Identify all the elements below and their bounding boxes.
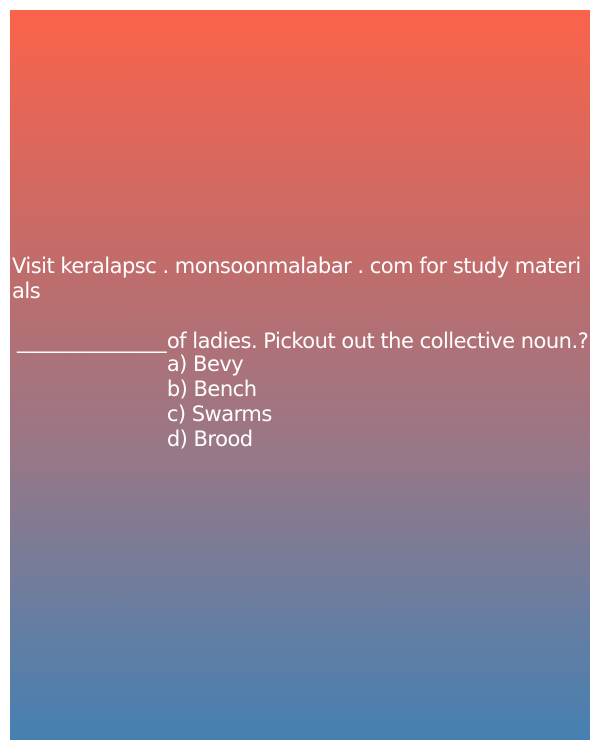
question-body: of ladies. Pickout out the collective no… (167, 329, 590, 452)
fill-in-blank: ______________ (17, 329, 167, 353)
website-notice: Visit keralapsc . monsoonmalabar . com f… (12, 254, 581, 303)
answer-options: a) Bevy b) Bench c) Swarms d) Brood (167, 352, 590, 452)
option-c: c) Swarms (166, 402, 272, 426)
option-a: a) Bevy (166, 352, 244, 376)
question-card: Visit keralapsc . monsoonmalabar . com f… (10, 10, 590, 740)
option-d: d) Brood (166, 427, 253, 451)
option-b: b) Bench (166, 377, 257, 401)
question-block: ______________ of ladies. Pickout out th… (17, 329, 590, 452)
question-text: of ladies. Pickout out the collective no… (166, 329, 589, 353)
